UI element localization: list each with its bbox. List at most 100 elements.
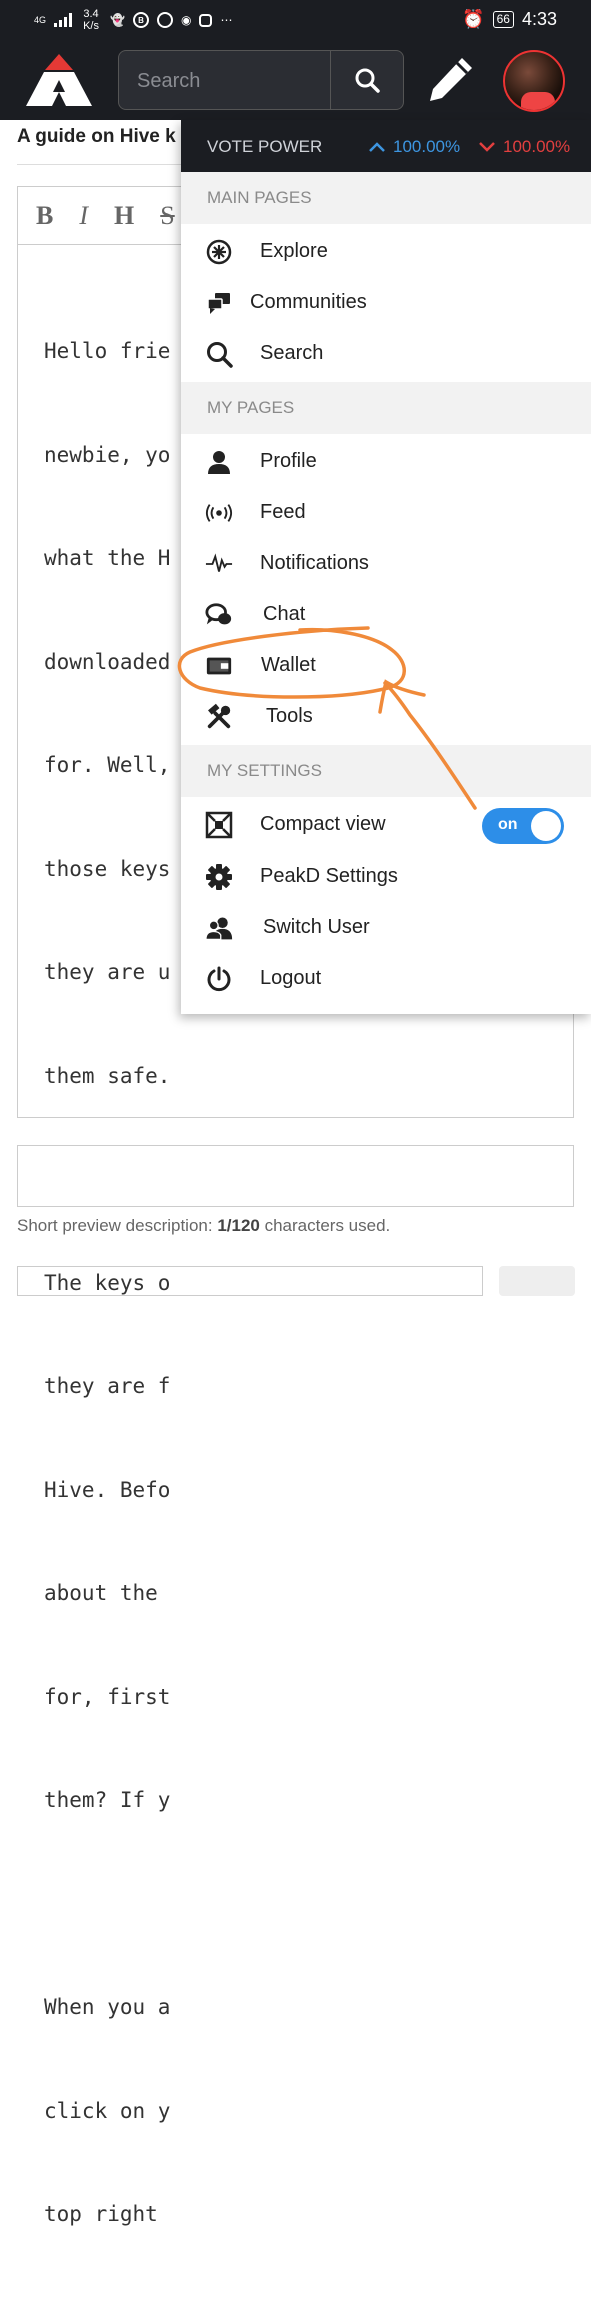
menu-item-tools[interactable]: Tools: [181, 692, 591, 742]
menu-item-label: Compact view: [260, 813, 386, 835]
search-box: [118, 50, 404, 110]
upvote-power: 100.00%: [369, 137, 460, 157]
gear-icon: [205, 863, 233, 891]
heading-button[interactable]: H: [114, 201, 134, 231]
broadcast-icon: [205, 499, 233, 527]
status-bar: 4G 3.4 K/s 👻 B ◉ ⋯ ⏰ 66 4:33: [0, 0, 591, 40]
menu-item-feed[interactable]: Feed: [181, 488, 591, 538]
toggle-label: on: [498, 816, 518, 833]
chat-bubbles-icon: [205, 289, 233, 317]
section-main-pages: MAIN PAGES: [181, 172, 591, 224]
signal-icon: [54, 13, 73, 27]
menu-item-profile[interactable]: Profile: [181, 437, 591, 487]
wallet-icon: [205, 652, 233, 680]
power-icon: [205, 965, 233, 993]
vote-power-bar: VOTE POWER 100.00% 100.00%: [181, 120, 591, 172]
menu-item-label: Switch User: [263, 916, 370, 938]
chat-icon: [205, 601, 233, 629]
preview-description-note: Short preview description: 1/120 charact…: [17, 1216, 390, 1236]
section-label: MAIN PAGES: [207, 188, 312, 207]
vote-power-label: VOTE POWER: [207, 137, 323, 156]
pulse-icon: [205, 550, 233, 578]
editor-line: top right: [44, 2202, 171, 2226]
peakd-logo[interactable]: [24, 52, 94, 108]
menu-item-label: PeakD Settings: [260, 865, 398, 887]
search-button[interactable]: [330, 51, 403, 109]
menu-item-label: Chat: [263, 603, 306, 625]
user-avatar[interactable]: [503, 50, 565, 112]
chevron-down-icon: [479, 142, 495, 152]
menu-item-label: Feed: [260, 501, 306, 523]
preview-count: 1/120: [217, 1216, 260, 1235]
menu-item-peakd-settings[interactable]: PeakD Settings: [181, 852, 591, 902]
search-icon: [355, 68, 380, 93]
status-right: ⏰ 66 4:33: [462, 9, 557, 30]
menu-item-label: Wallet: [261, 654, 316, 676]
compass-icon: [205, 238, 233, 266]
editor-line: When you a: [44, 1995, 171, 2019]
switch-user-icon: [205, 914, 233, 942]
section-my-settings: MY SETTINGS: [181, 745, 591, 797]
compact-view-icon: [205, 811, 233, 839]
b-icon: B: [132, 12, 149, 28]
clock: 4:33: [521, 9, 557, 29]
post-title-input[interactable]: A guide on Hive k: [17, 126, 176, 148]
strikethrough-button[interactable]: S: [160, 201, 174, 231]
italic-button[interactable]: I: [79, 201, 88, 231]
menu-item-label: Communities: [250, 291, 367, 313]
top-navbar: [0, 40, 591, 120]
compact-view-toggle[interactable]: on: [482, 808, 564, 844]
menu-item-label: Search: [260, 342, 324, 364]
section-label: MY SETTINGS: [207, 761, 322, 780]
o-icon: [156, 12, 173, 28]
bold-button[interactable]: B: [36, 201, 53, 231]
editor-line: Hive. Befo: [44, 1477, 171, 1502]
status-left: 4G 3.4 K/s 👻 B ◉ ⋯: [34, 8, 232, 32]
preview-note-prefix: Short preview description:: [17, 1216, 218, 1235]
search-input[interactable]: [135, 65, 329, 97]
menu-item-label: Profile: [260, 450, 317, 472]
toggle-knob: [531, 811, 561, 841]
section-label: MY PAGES: [207, 398, 295, 417]
network-speed: 3.4 K/s: [83, 8, 99, 32]
discord-icon: ◉: [180, 13, 192, 27]
menu-item-wallet[interactable]: Wallet: [181, 641, 591, 691]
person-icon: [205, 448, 233, 476]
battery-icon: 66: [492, 11, 514, 28]
editor-line: them safe.: [44, 1063, 171, 1088]
menu-item-search[interactable]: Search: [181, 329, 591, 379]
search-icon: [205, 340, 233, 368]
menu-item-label: Explore: [260, 240, 328, 262]
menu-item-switch-user[interactable]: Switch User: [181, 903, 591, 953]
editor-line: them? If y: [44, 1788, 171, 1812]
editor-line: click on y: [44, 2098, 171, 2123]
more-icon: ⋯: [220, 13, 233, 27]
bottom-button[interactable]: [499, 1266, 575, 1296]
menu-item-label: Notifications: [260, 552, 369, 574]
instagram-icon: [199, 13, 213, 27]
network-type: 4G: [34, 14, 47, 25]
pencil-icon[interactable]: [424, 54, 476, 106]
user-dropdown-menu: VOTE POWER 100.00% 100.00% MAIN PAGES Ex…: [181, 120, 591, 1014]
preview-description-input[interactable]: [17, 1145, 574, 1207]
downvote-power: 100.00%: [479, 137, 570, 157]
upvote-power-value: 100.00%: [393, 137, 461, 156]
menu-item-logout[interactable]: Logout: [181, 954, 591, 1004]
menu-item-notifications[interactable]: Notifications: [181, 539, 591, 589]
snapchat-icon: 👻: [110, 13, 125, 27]
menu-item-chat[interactable]: Chat: [181, 590, 591, 640]
downvote-power-value: 100.00%: [503, 137, 571, 156]
preview-note-suffix: characters used.: [259, 1216, 391, 1235]
menu-item-label: Logout: [260, 967, 322, 989]
menu-item-communities[interactable]: Communities: [181, 278, 591, 328]
editor-line: for, first: [44, 1684, 171, 1709]
editor-line: about the: [44, 1581, 171, 1605]
menu-item-explore[interactable]: Explore: [181, 227, 591, 277]
section-my-pages: MY PAGES: [181, 382, 591, 434]
tools-icon: [205, 703, 233, 731]
chevron-up-icon: [369, 142, 385, 152]
editor-line: they are f: [44, 1374, 171, 1398]
tags-input[interactable]: [17, 1266, 483, 1296]
menu-item-label: Tools: [266, 705, 313, 727]
